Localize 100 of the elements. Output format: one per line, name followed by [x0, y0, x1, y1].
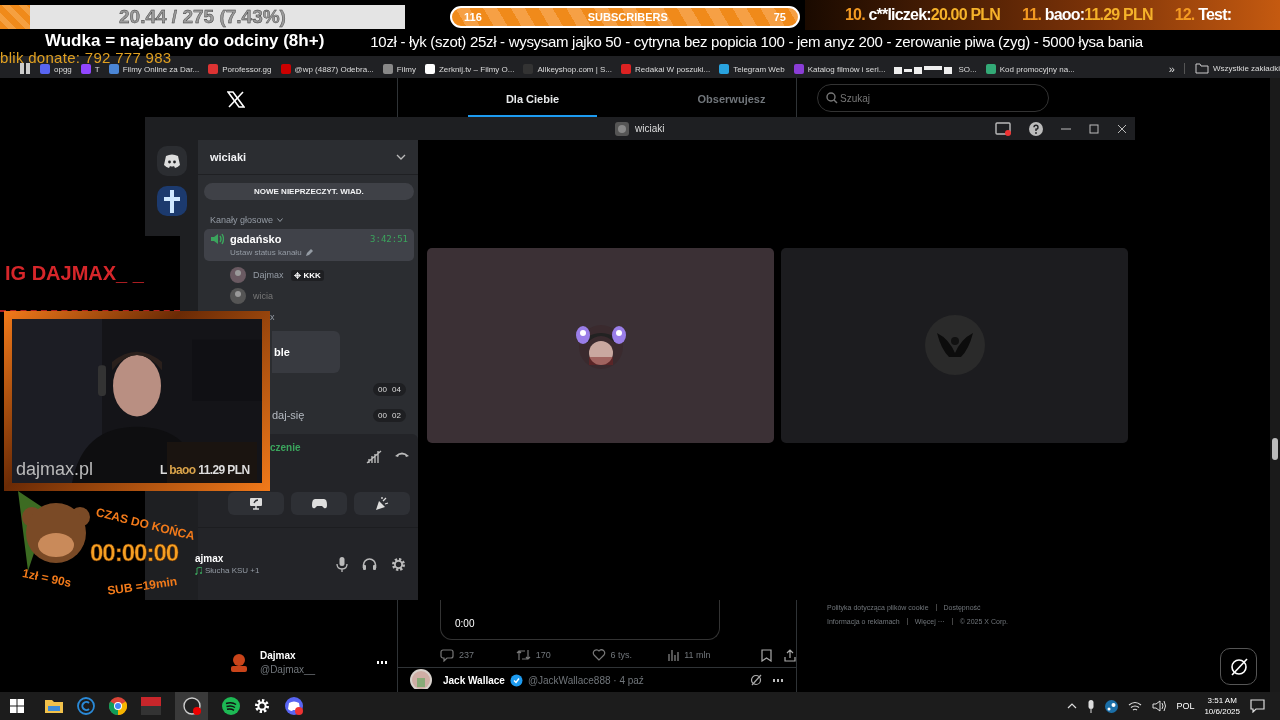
cross-server-icon[interactable] — [156, 186, 187, 216]
bookmark[interactable]: Filmy Online za Dar... — [108, 64, 200, 74]
screen-share-button[interactable] — [228, 492, 284, 515]
screen-share-icon — [249, 497, 263, 510]
voice-channel[interactable]: gadańsko 3:42:51 Ustaw status kanału — [204, 229, 414, 261]
repost-button[interactable]: 170 — [515, 649, 568, 661]
rate-text: 1zł = 90s — [21, 566, 73, 590]
grok-button[interactable] — [1220, 648, 1257, 685]
like-button[interactable]: 6 tys. — [591, 649, 644, 661]
apps-icon[interactable] — [20, 63, 31, 74]
voice-member[interactable]: x — [270, 309, 418, 325]
voice-channel[interactable]: 00 04 — [272, 379, 418, 399]
bookmark[interactable]: Telegram Web — [719, 64, 785, 74]
share-icon[interactable] — [784, 648, 796, 662]
discord-home-button[interactable] — [156, 146, 187, 176]
gamepad-icon — [311, 498, 327, 509]
notifications-icon[interactable] — [1250, 699, 1265, 713]
steam-icon[interactable] — [1105, 699, 1119, 713]
donation-alert-text: L baoo 11.29 PLN — [160, 463, 250, 477]
bookmark[interactable]: SO... — [894, 65, 977, 74]
windows-start-icon[interactable] — [10, 699, 24, 713]
pencil-icon[interactable] — [305, 249, 313, 256]
bookmark[interactable]: Katalog filmów i seri... — [793, 64, 886, 74]
category-header[interactable]: Kanały głosowe — [210, 215, 418, 225]
grok-icon[interactable] — [750, 674, 762, 686]
more-options-icon[interactable] — [772, 678, 784, 682]
screen-icon[interactable] — [995, 121, 1011, 136]
username[interactable]: ajmax — [195, 553, 260, 564]
close-icon[interactable] — [1117, 123, 1127, 134]
clan-tag: KKK — [290, 269, 324, 281]
volume-icon[interactable] — [1152, 700, 1167, 712]
author-name[interactable]: Jack Wallace — [443, 674, 505, 686]
views-button[interactable]: 11 mln — [667, 649, 719, 661]
rate-text: SUB =19min — [106, 574, 178, 598]
more-bookmarks-button[interactable]: » — [1168, 65, 1175, 74]
chrome-icon[interactable] — [109, 697, 127, 715]
donation-ticker: 10zł - łyk (szot) 25zł - wysysam jajko 50 - cytryna bez popicia 100 - jem anyz 200 - zerowanie piwa (zyg) - 5000 łysa bania — [370, 32, 1143, 50]
all-bookmarks-folder[interactable]: Wszystkie zakładki — [1183, 63, 1280, 74]
bookmark[interactable]: Porofessor.gg — [208, 64, 272, 74]
feed-tab[interactable]: Obserwujesz — [667, 80, 796, 117]
spotify-icon[interactable] — [222, 697, 240, 715]
account-name: Dajmax — [260, 650, 297, 661]
bookmark[interactable]: Allkeyshop.com | S... — [523, 64, 613, 74]
bookmark[interactable]: Zerknij.tv – Filmy O... — [424, 64, 515, 74]
crosshair-icon — [293, 271, 301, 279]
folder-icon[interactable] — [45, 699, 63, 713]
bookmark[interactable]: Filmy — [382, 64, 416, 74]
donor-entry: 11. baoo:11.29 PLN — [1022, 6, 1153, 24]
voice-member[interactable]: Dajmax KKK — [230, 267, 418, 283]
ccleaner-icon[interactable] — [77, 697, 95, 715]
subscriber-goal: 75 — [773, 11, 786, 23]
unread-banner[interactable]: NOWE NIEPRZECZYT. WIAD. — [204, 183, 414, 200]
more-options-icon[interactable] — [376, 661, 388, 664]
verified-icon — [509, 673, 523, 687]
activity-button[interactable] — [291, 492, 347, 515]
bookmark[interactable]: Kod promocyjny na... — [985, 64, 1075, 74]
chevron-down-icon[interactable] — [396, 154, 406, 160]
call-duration: 3:42:51 — [370, 234, 408, 244]
avatar-icon — [228, 651, 250, 674]
microphone-icon[interactable] — [1087, 699, 1096, 713]
wifi-icon[interactable] — [1128, 700, 1143, 712]
scrollbar[interactable] — [1270, 78, 1280, 692]
bookmark[interactable]: opgg — [40, 64, 72, 74]
input-language[interactable]: POL — [1176, 701, 1195, 711]
server-name[interactable]: wiciaki — [210, 151, 247, 163]
bookmark[interactable]: Redakai W poszuki... — [621, 64, 711, 74]
search-icon — [826, 92, 838, 104]
signal-off-icon[interactable] — [366, 450, 382, 464]
bookmark-icon[interactable] — [761, 648, 772, 662]
reply-button[interactable]: 237 — [440, 648, 492, 662]
voice-connected-status[interactable]: czenie — [270, 442, 301, 453]
video-tile[interactable] — [781, 247, 1128, 443]
repost-icon — [515, 649, 531, 661]
goal-text: 20.44 / 275 (7.43%) — [119, 6, 286, 28]
user-avatar-icon — [230, 267, 246, 283]
user-activity: Słucha KSU +1 — [205, 566, 260, 575]
headphones-icon[interactable] — [362, 557, 377, 571]
feed-tab[interactable]: Dla Ciebie — [468, 80, 597, 117]
account-switcher[interactable]: Dajmax @Dajmax__ — [228, 650, 388, 675]
video-tile[interactable] — [427, 247, 774, 443]
soundboard-button[interactable] — [354, 492, 410, 515]
voice-channel[interactable]: daj-się 00 02 — [272, 405, 418, 425]
microphone-icon[interactable] — [336, 556, 348, 572]
search-field[interactable]: Szukaj — [817, 84, 1049, 112]
discord-icon[interactable] — [284, 696, 304, 716]
clock[interactable]: 3:51 AM 10/6/2025 — [1204, 696, 1240, 716]
settings-icon[interactable] — [391, 556, 406, 572]
party-popper-icon — [375, 496, 389, 511]
maximize-icon[interactable] — [1089, 123, 1099, 134]
activity-card[interactable]: ble — [272, 331, 340, 373]
hang-up-icon[interactable] — [394, 450, 410, 458]
user-count-badge: 00 02 — [372, 408, 406, 422]
bookmark[interactable]: @wp (4887) Odebra... — [280, 64, 374, 74]
x-logo-icon[interactable] — [227, 91, 245, 108]
chart-icon — [667, 649, 680, 661]
user-avatar-icon — [230, 288, 246, 304]
chevron-up-icon[interactable] — [1067, 703, 1078, 709]
help-icon[interactable] — [1029, 121, 1043, 136]
server-icon — [615, 121, 629, 136]
recording-app-icon[interactable] — [181, 696, 202, 716]
